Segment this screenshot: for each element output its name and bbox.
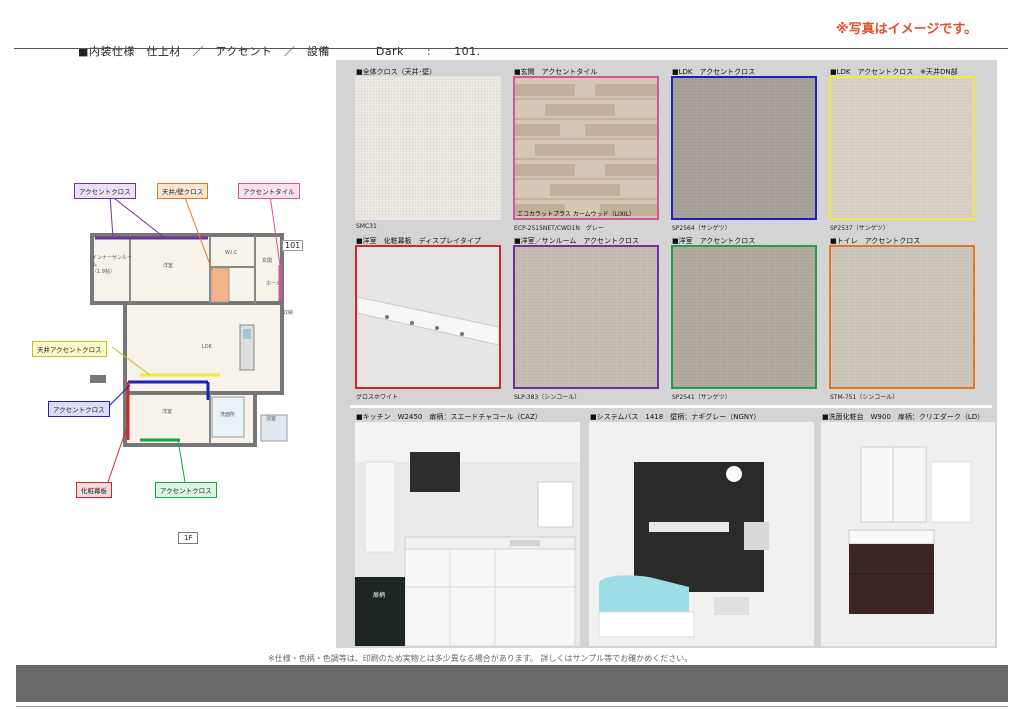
vanity-illustration [821,422,995,646]
swatch-7 [671,245,817,389]
swatch-3 [671,76,817,220]
room-storage: 収納 [283,310,294,316]
callout-decor-board: 化粧幕板 [76,482,112,498]
footer-bar [16,665,1008,702]
swatch-2: エコカラットプラス カームウッド（LIXIL） [513,76,659,220]
room-bath: 浴室 [266,416,277,422]
bath-photo [589,422,814,646]
room-genkan: 玄関 [262,258,273,264]
callout-accent-tile: アクセントタイル [238,183,300,199]
equip-label-vanity: ■洗面化粧台 W900 扉柄：クリエダーク（LD） [822,413,985,421]
swatch-1 [355,76,501,220]
title-spacer [330,45,376,58]
panel-divider [350,405,992,408]
swatch-code-5: グロスホワイト [356,394,399,401]
callout-accent-cross-top: アクセントクロス [74,183,136,199]
swatch-code-7: SP2541（サンゲツ） [672,394,731,401]
swatch-4 [829,76,975,220]
callout-accent-cross-left: アクセントクロス [48,401,110,417]
swatch-code-2: ECP-2515NET/CWD1N グレー [514,225,604,232]
floor-label: 1F [178,532,199,544]
room-sunroom: インナーサンルーム （1.9帖） [92,255,132,275]
vanity-photo [821,422,995,646]
swatch-code-1: SMC31 [356,223,377,230]
title-spacer-3 [431,45,454,58]
wood-tile-pattern [515,78,657,218]
callout-ceiling-wall-cross: 天井/壁クロス [157,183,209,199]
title-spacer-2 [404,45,427,58]
room-western-bottom: 洋室 [162,409,173,415]
series-name: Dark [375,45,404,58]
footer-line [16,706,1008,707]
title-text: ■内装仕様 仕上材 ／ アクセント ／ 設備 [78,45,330,58]
room-hall: ホール [266,281,282,287]
equip-label-bath: ■システムバス 1418 壁柄：ナギグレー（NGNY） [590,413,761,421]
unit-number: 101. [454,45,481,58]
callout-accent-cross-bottom: アクセントクロス [155,482,217,498]
room-wic: W.I.C [225,250,238,256]
room-western-top: 洋室 [163,263,174,269]
swatch-code-8: STM-751（シンコール） [830,394,899,401]
swatch-code-3: SP2564（サンゲツ） [672,225,731,232]
tile-product-name: エコカラットプラス カームウッド（LIXIL） [517,211,635,218]
kitchen-illustration [355,422,580,646]
footer-disclaimer: ※仕様・色柄・色調等は、印刷のため実物とは多少異なる場合があります。 詳しくはサ… [268,654,693,663]
header-divider [14,48,1008,49]
equip-label-kitchen: ■キッチン W2450 扉柄：スエードチャコール（CAZ） [356,413,542,421]
swatch-code-6: SLP-383（シンコール） [514,394,581,401]
display-rail-image [357,247,499,387]
door-color-badge: 扉柄 [373,592,386,599]
image-note: ※写真はイメージです。 [836,22,978,37]
page-title: ■内装仕様 仕上材 ／ アクセント ／ 設備 Dark : 101. [70,30,481,59]
swatch-code-4: SP2537（サンゲツ） [830,225,889,232]
bath-illustration [589,422,814,646]
room-wash: 洗面所 [220,412,236,418]
swatch-5 [355,245,501,389]
room-ldk: LDK [202,344,212,350]
unit-number-tag: 101 [282,240,304,251]
kitchen-photo: 扉柄 [355,422,580,646]
callout-ceiling-accent-cross: 天井アクセントクロス [32,341,107,357]
swatch-8 [829,245,975,389]
swatch-6 [513,245,659,389]
